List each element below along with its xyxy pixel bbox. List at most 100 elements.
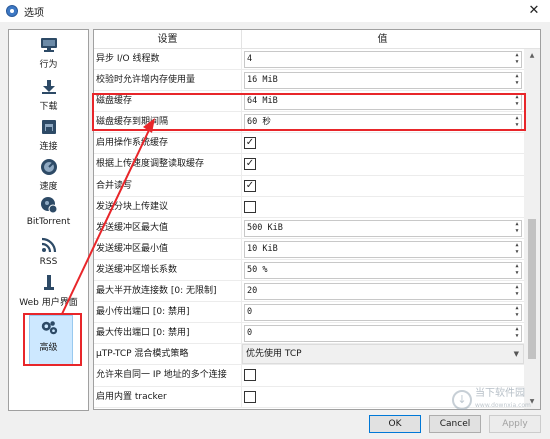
spin-up-icon[interactable]: ▲ <box>513 73 521 80</box>
column-header-setting[interactable]: 设置 <box>94 30 242 48</box>
spin-up-icon[interactable]: ▲ <box>513 242 521 249</box>
scroll-thumb[interactable] <box>528 219 536 359</box>
sidebar-item-connection[interactable]: 连接 <box>9 118 88 152</box>
cancel-button[interactable]: Cancel <box>429 415 481 433</box>
sidebar-item-speed[interactable]: 速度 <box>9 158 88 192</box>
value-spinbox[interactable]: 0 ▲ ▼ <box>244 304 522 322</box>
spinbox-value: 0 <box>247 307 253 318</box>
spin-up-icon[interactable]: ▲ <box>513 263 521 270</box>
spin-down-icon[interactable]: ▼ <box>513 270 521 277</box>
setting-label: 校验时允许增内存使用量 <box>94 70 242 91</box>
sidebar-item-label: 下载 <box>39 102 58 112</box>
value-spinbox[interactable]: 20 ▲ ▼ <box>244 283 522 301</box>
table-row: 最大半开放连接数 [0: 无限制] 20 ▲ ▼ <box>94 281 524 303</box>
sidebar-item-label: 高级 <box>39 343 58 353</box>
value-spinbox[interactable]: 0 ▲ ▼ <box>244 325 522 343</box>
table-row: 最大传出端口 [0: 禁用] 0 ▲ ▼ <box>94 323 524 345</box>
spin-down-icon[interactable]: ▼ <box>513 228 521 235</box>
setting-label: 发送缓冲区最小值 <box>94 238 242 259</box>
checkbox-unchecked[interactable] <box>244 200 256 213</box>
mixed-mode-dropdown[interactable]: 优先使用 TCP ▼ <box>242 344 524 365</box>
close-button[interactable]: ✕ <box>526 3 542 19</box>
table-row: 允许来自同一 IP 地址的多个连接 <box>94 365 524 387</box>
table-row: 启用操作系统缓存 ✓ <box>94 133 524 155</box>
table-row: 合并读写 ✓ <box>94 175 524 197</box>
watermark-title: 当下软件园 <box>475 388 525 399</box>
spin-up-icon[interactable]: ▲ <box>513 326 521 333</box>
checkbox-unchecked[interactable] <box>244 369 256 382</box>
setting-label: 启用操作系统缓存 <box>94 133 242 154</box>
spin-up-icon[interactable]: ▲ <box>513 305 521 312</box>
sidebar-item-behavior[interactable]: 行为 <box>9 36 88 70</box>
apply-button[interactable]: Apply <box>489 415 541 433</box>
setting-label: 最大传出端口 [0: 禁用] <box>94 323 242 344</box>
gears-icon <box>40 319 58 337</box>
setting-label: 最大半开放连接数 [0: 无限制] <box>94 281 242 302</box>
sidebar-item-label: RSS <box>39 257 58 267</box>
spinbox-value: 50 % <box>247 264 268 275</box>
table-row: 发送缓冲区增长系数 50 % ▲ ▼ <box>94 259 524 282</box>
spinbox-value: 4 <box>247 54 253 64</box>
sidebar-item-label: Web 用户界面 <box>19 298 78 308</box>
sidebar-item-label: 速度 <box>39 182 58 192</box>
table-row: 最小传出端口 [0: 禁用] 0 ▲ ▼ <box>94 302 524 324</box>
scroll-up-icon[interactable]: ▲ <box>524 49 540 63</box>
spin-up-icon[interactable]: ▲ <box>513 221 521 228</box>
spinbox-value: 500 KiB <box>247 222 283 233</box>
table-row: 发送缓冲区最小值 10 KiB ▲ ▼ <box>94 238 524 260</box>
watermark: ↓ 当下软件园 www.downxia.com <box>452 388 531 411</box>
sidebar-item-label: 行为 <box>39 60 58 70</box>
sidebar-item-rss[interactable]: RSS <box>9 236 88 267</box>
sidebar-item-label: 连接 <box>39 142 58 152</box>
sidebar-item-bittorrent[interactable]: BitTorrent <box>9 196 88 227</box>
table-row: 异步 I/O 线程数 4 ▲ ▼ <box>94 49 524 71</box>
value-spinbox[interactable]: 10 KiB ▲ ▼ <box>244 240 522 258</box>
advanced-settings-table: 设置 值 异步 I/O 线程数 4 ▲ ▼ 校验时允许增内存使用量 16 MiB ▲ ▼… <box>93 29 541 410</box>
rss-icon <box>40 236 58 254</box>
spin-down-icon[interactable]: ▼ <box>513 59 521 66</box>
spin-up-icon[interactable]: ▲ <box>513 52 521 59</box>
table-row: 校验时允许增内存使用量 16 MiB ▲ ▼ <box>94 70 524 92</box>
value-spinbox[interactable]: 4 ▲ ▼ <box>244 51 522 68</box>
spin-up-icon[interactable]: ▲ <box>513 284 521 291</box>
spin-down-icon[interactable]: ▼ <box>513 80 521 87</box>
vertical-scrollbar[interactable]: ▲ ▼ <box>524 49 540 409</box>
web-ui-icon <box>40 274 58 292</box>
app-icon <box>6 5 18 17</box>
ok-button[interactable]: OK <box>369 415 421 433</box>
spin-down-icon[interactable]: ▼ <box>513 249 521 256</box>
sidebar-item-label: BitTorrent <box>26 217 71 227</box>
setting-label: µTP-TCP 混合模式策略 <box>94 344 242 365</box>
watermark-subtitle: www.downxia.com <box>475 402 531 409</box>
download-icon <box>40 78 58 96</box>
spin-down-icon[interactable]: ▼ <box>513 291 521 298</box>
spinbox-value: 20 <box>247 286 258 297</box>
value-spinbox[interactable]: 50 % ▲ ▼ <box>244 261 522 279</box>
column-header-value[interactable]: 值 <box>242 30 523 48</box>
monitor-icon <box>40 36 58 54</box>
annotation-highlight-disk-cache <box>92 93 526 131</box>
value-spinbox[interactable]: 16 MiB ▲ ▼ <box>244 72 522 90</box>
checkbox-unchecked[interactable] <box>244 390 256 403</box>
setting-label: 发送缓冲区最大值 <box>94 217 242 238</box>
setting-label: 发送分块上传建议 <box>94 196 242 217</box>
checkbox-checked[interactable]: ✓ <box>244 179 256 192</box>
checkbox-checked[interactable]: ✓ <box>244 158 256 171</box>
network-icon <box>40 118 58 136</box>
checkbox-checked[interactable]: ✓ <box>244 137 256 150</box>
spin-down-icon[interactable]: ▼ <box>513 333 521 340</box>
table-row: 发送缓冲区最大值 500 KiB ▲ ▼ <box>94 217 524 239</box>
setting-label: 根据上传速度调整读取缓存 <box>94 154 242 175</box>
sidebar-item-downloads[interactable]: 下载 <box>9 78 88 112</box>
table-row: 发送分块上传建议 <box>94 196 524 218</box>
window-title: 选项 <box>24 7 44 19</box>
value-spinbox[interactable]: 500 KiB ▲ ▼ <box>244 219 522 237</box>
setting-label: 合并读写 <box>94 175 242 196</box>
setting-label: 异步 I/O 线程数 <box>94 49 242 70</box>
spinbox-value: 10 KiB <box>247 243 278 254</box>
spin-down-icon[interactable]: ▼ <box>513 312 521 319</box>
table-row: µTP-TCP 混合模式策略 优先使用 TCP ▼ <box>94 344 524 366</box>
table-header: 设置 值 <box>94 30 540 49</box>
sidebar-item-web-ui[interactable]: Web 用户界面 <box>9 274 88 308</box>
bittorrent-icon <box>40 196 58 214</box>
